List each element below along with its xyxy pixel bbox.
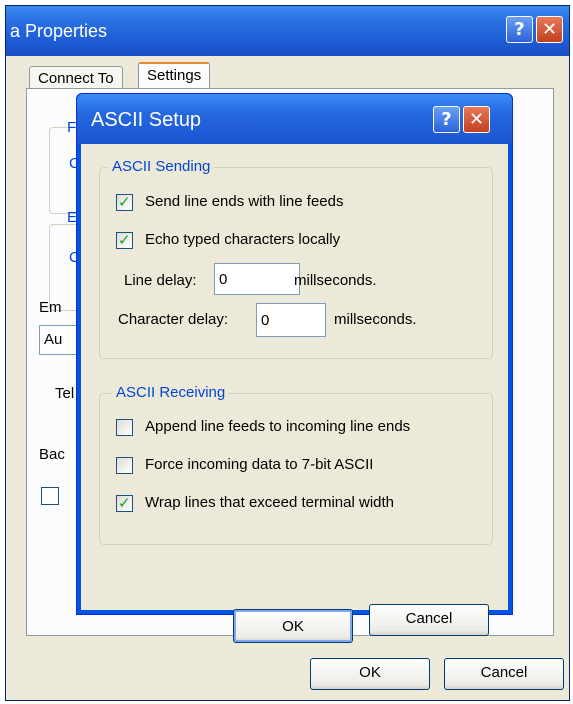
check-icon: ✓ [118, 495, 131, 512]
close-icon[interactable]: ✕ [463, 106, 490, 133]
checkbox-box[interactable]: ✓ [116, 194, 133, 211]
check-icon: ✓ [118, 232, 131, 249]
ascii-receiving-group: ASCII Receiving Append line feeds to inc… [99, 384, 493, 545]
send-line-feeds-checkbox[interactable]: ✓ Send line ends with line feeds [116, 193, 456, 213]
checkbox-box[interactable] [116, 457, 133, 474]
ascii-setup-dialog: ASCII Setup ? ✕ ASCII Sending ✓ Send lin… [76, 93, 513, 643]
telnet-label: Tel [55, 385, 75, 402]
checkbox-label: Echo typed characters locally [145, 231, 341, 248]
ascii-setup-body: ASCII Sending ✓ Send line ends with line… [81, 144, 508, 643]
properties-title-bar[interactable]: a Properties ? ✕ [6, 6, 569, 56]
tab-settings[interactable]: Settings [138, 62, 211, 90]
ascii-setup-title-bar[interactable]: ASCII Setup ? ✕ [77, 94, 512, 144]
backscroll-label: Bac [39, 446, 65, 463]
close-icon[interactable]: ✕ [536, 16, 563, 43]
checkbox-label: Append line feeds to incoming line ends [145, 418, 411, 435]
ascii-sending-group: ASCII Sending ✓ Send line ends with line… [99, 158, 493, 359]
line-delay-label: Line delay: [124, 272, 197, 289]
partial-label: F [67, 119, 77, 136]
wrap-lines-checkbox[interactable]: ✓ Wrap lines that exceed terminal width [116, 494, 486, 514]
checkbox-box[interactable] [116, 419, 133, 436]
help-icon[interactable]: ? [433, 106, 460, 133]
character-delay-unit: millseconds. [334, 311, 417, 328]
checkbox-label: Wrap lines that exceed terminal width [145, 494, 395, 511]
properties-window-title: a Properties [10, 21, 108, 41]
cancel-button[interactable]: Cancel [444, 658, 564, 690]
cancel-button[interactable]: Cancel [369, 604, 489, 636]
checkbox-label: Send line ends with line feeds [145, 193, 344, 210]
check-icon: ✓ [118, 194, 131, 211]
ascii-setup-title: ASCII Setup [91, 109, 202, 131]
character-delay-input[interactable] [256, 303, 326, 337]
emulation-label: Em [39, 299, 62, 316]
ok-button[interactable]: OK [233, 609, 353, 643]
character-delay-label: Character delay: [118, 311, 229, 328]
checkbox-box[interactable]: ✓ [116, 232, 133, 249]
help-icon[interactable]: ? [506, 16, 533, 43]
line-delay-unit: millseconds. [294, 272, 377, 289]
ascii-receiving-legend: ASCII Receiving [112, 384, 230, 401]
echo-locally-checkbox[interactable]: ✓ Echo typed characters locally [116, 231, 456, 251]
force-7bit-checkbox[interactable]: Force incoming data to 7-bit ASCII [116, 456, 486, 476]
checkbox-label: Force incoming data to 7-bit ASCII [145, 456, 374, 473]
ok-button[interactable]: OK [310, 658, 430, 690]
checkbox-box[interactable]: ✓ [116, 495, 133, 512]
line-delay-input[interactable] [214, 263, 300, 295]
append-line-feeds-checkbox[interactable]: Append line feeds to incoming line ends [116, 418, 486, 438]
partial-checkbox[interactable] [41, 487, 59, 505]
ascii-sending-legend: ASCII Sending [108, 158, 215, 175]
